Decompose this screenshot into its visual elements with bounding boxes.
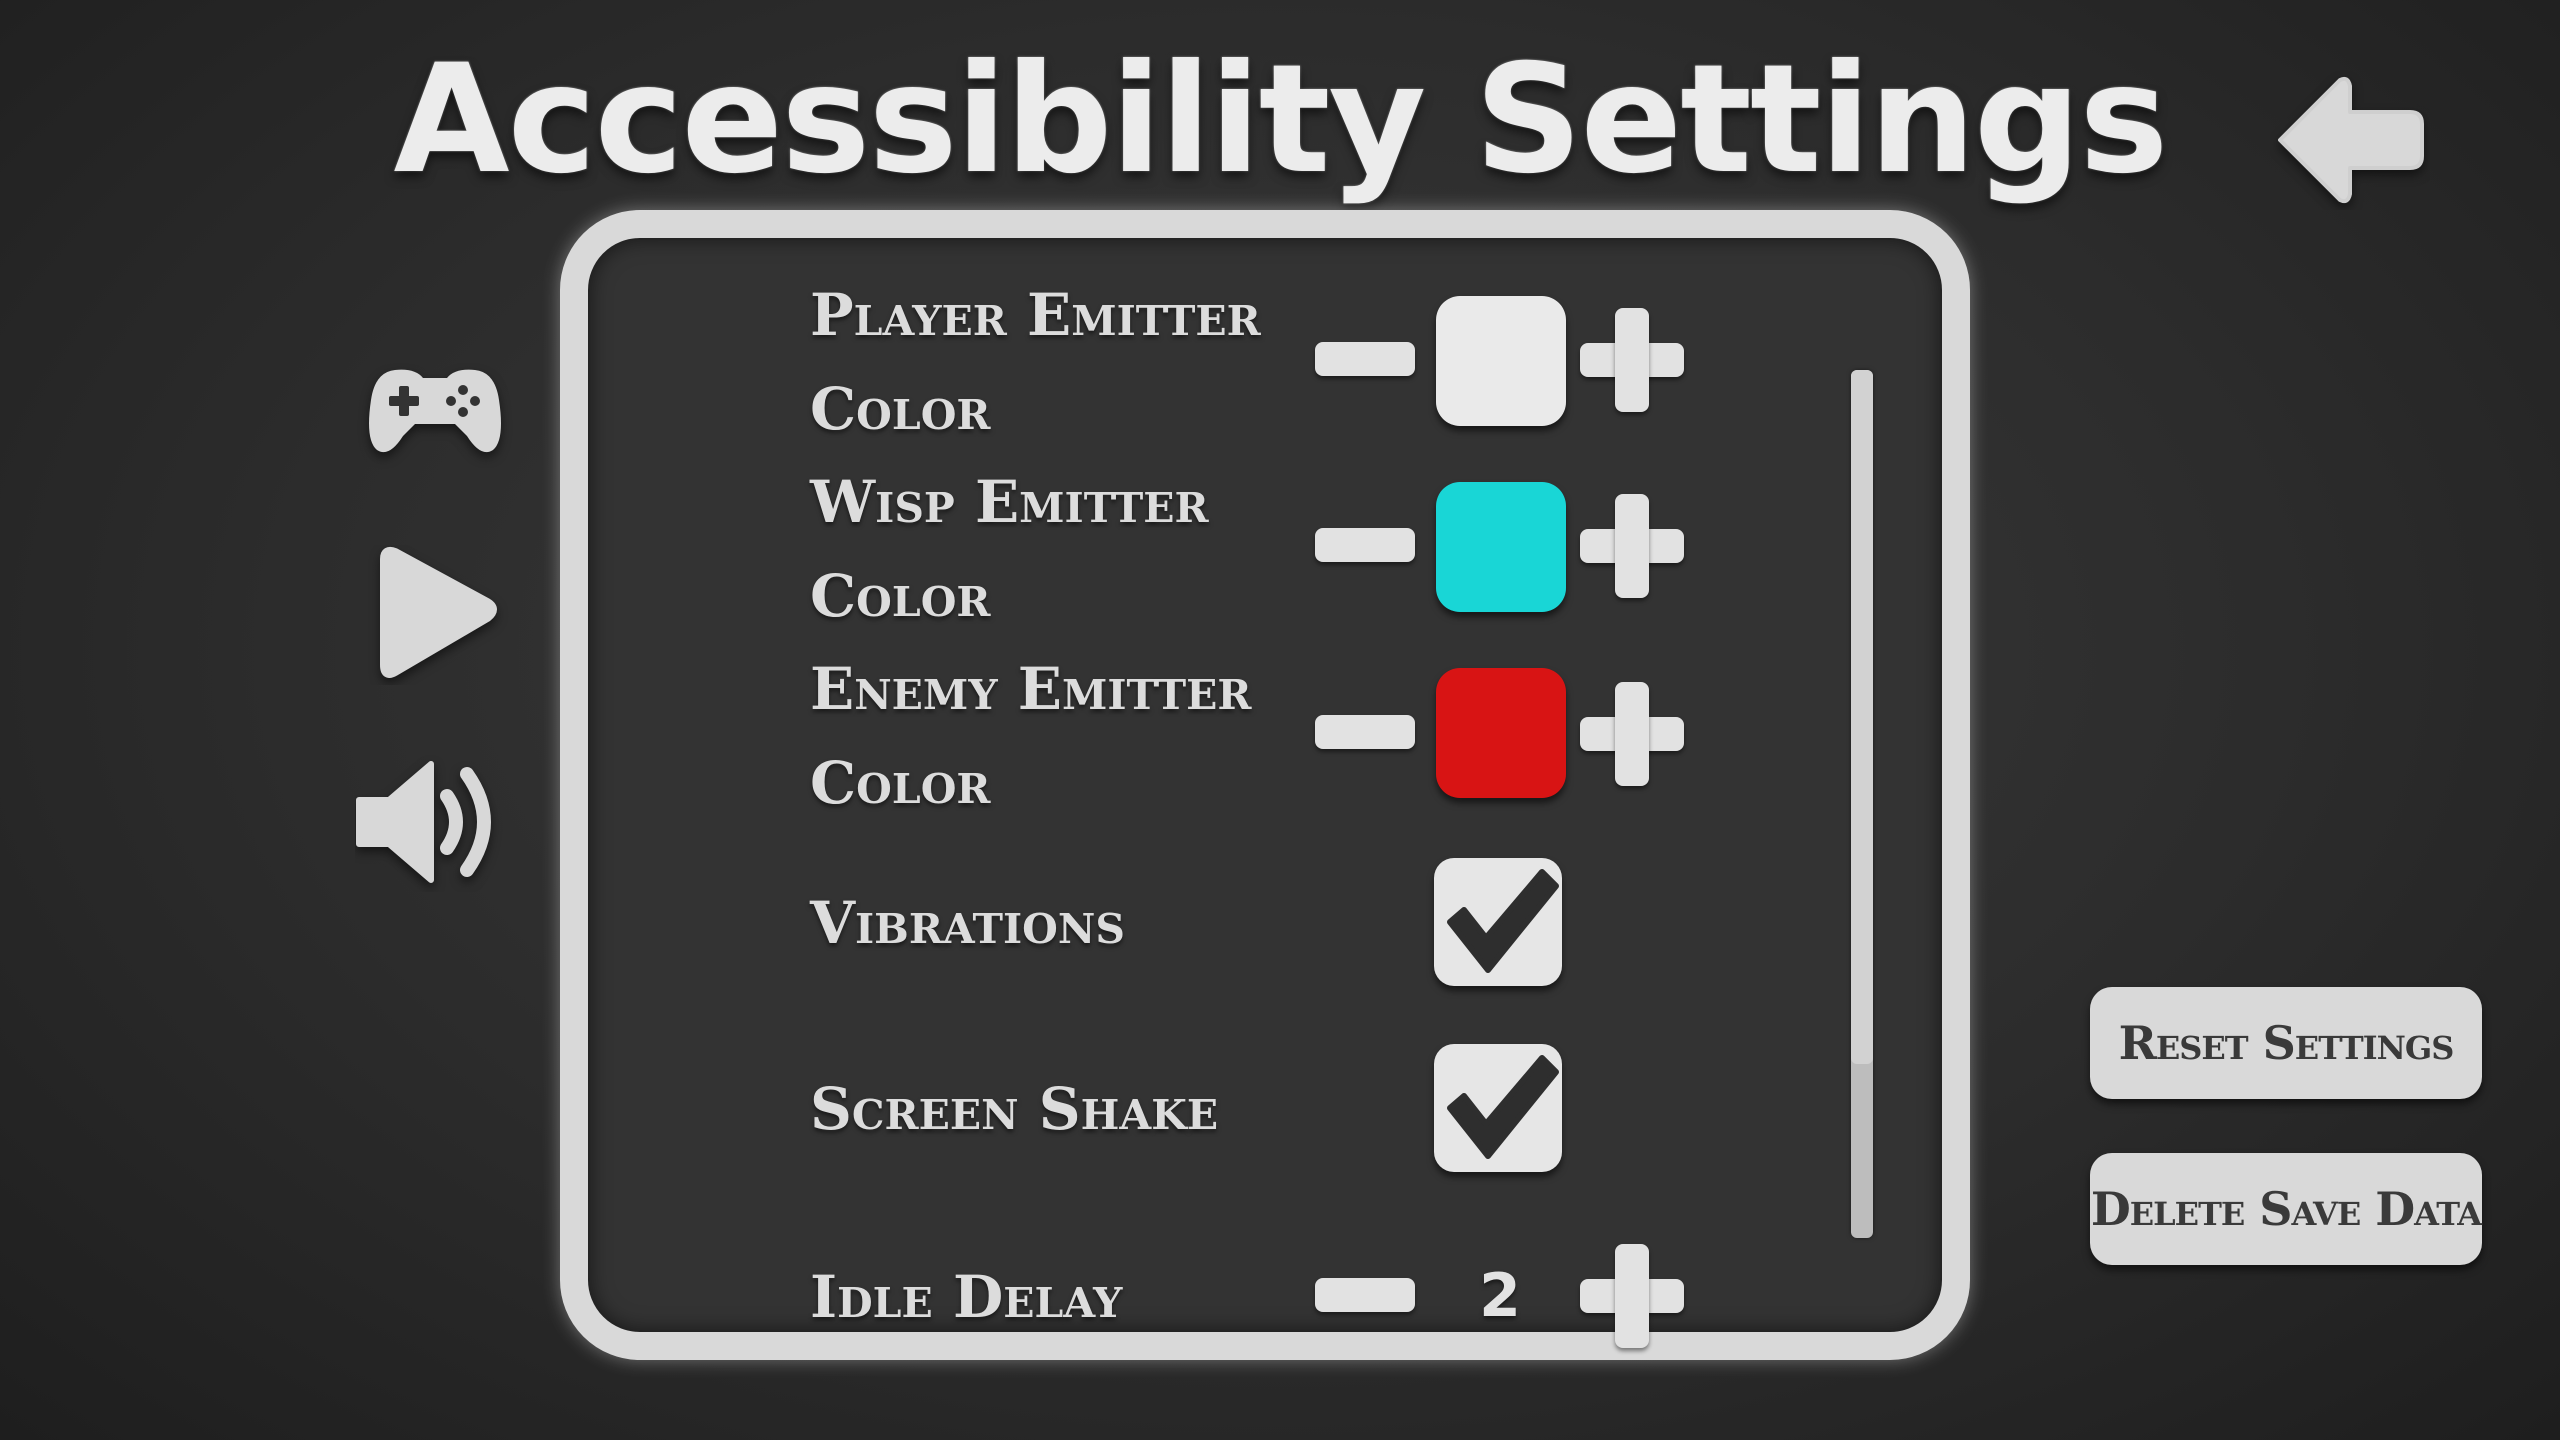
audio-tab[interactable] <box>355 752 515 892</box>
gamepad-icon <box>369 369 501 453</box>
vibrations-label: Vibrations <box>810 889 1125 957</box>
wisp-emitter-color-increase-button[interactable] <box>1580 494 1684 598</box>
settings-panel <box>560 210 1970 1360</box>
wisp-emitter-color-decrease-button[interactable] <box>1315 528 1415 562</box>
delete-save-data-button[interactable]: Delete Save Data <box>2090 1153 2482 1265</box>
player-emitter-color-decrease-button[interactable] <box>1315 342 1415 376</box>
player-emitter-color-increase-button[interactable] <box>1580 308 1684 412</box>
enemy-emitter-color-label-line1: Enemy Emitter <box>810 655 1252 723</box>
wisp-emitter-color-label-line2: Color <box>810 562 991 630</box>
idle-delay-increase-button[interactable] <box>1580 1244 1684 1348</box>
vibrations-checkbox[interactable] <box>1434 858 1562 986</box>
player-emitter-color-label-line2: Color <box>810 375 991 443</box>
screen-shake-label: Screen Shake <box>810 1075 1219 1143</box>
checkmark-icon <box>1447 869 1559 973</box>
checkmark-icon <box>1447 1055 1559 1159</box>
enemy-emitter-color-decrease-button[interactable] <box>1315 715 1415 749</box>
player-emitter-color-label-line1: Player Emitter <box>810 281 1261 349</box>
wisp-emitter-color-label-line1: Wisp Emitter <box>810 468 1209 536</box>
idle-delay-value: 2 <box>1479 1261 1521 1331</box>
page-title: Accessibility Settings <box>393 33 2169 207</box>
enemy-emitter-color-swatch <box>1436 668 1566 798</box>
back-arrow-icon <box>2278 76 2424 204</box>
play-icon <box>380 546 497 678</box>
gameplay-tab[interactable] <box>355 545 515 685</box>
enemy-emitter-color-increase-button[interactable] <box>1580 682 1684 786</box>
speaker-icon <box>356 761 491 883</box>
idle-delay-decrease-button[interactable] <box>1315 1278 1415 1312</box>
controls-tab[interactable] <box>355 340 515 480</box>
player-emitter-color-swatch <box>1436 296 1566 426</box>
wisp-emitter-color-swatch <box>1436 482 1566 612</box>
back-button[interactable] <box>2270 70 2430 210</box>
reset-settings-button[interactable]: Reset Settings <box>2090 987 2482 1099</box>
scrollbar-thumb[interactable] <box>1851 370 1873 1065</box>
enemy-emitter-color-label-line2: Color <box>810 749 991 817</box>
scrollbar[interactable] <box>1851 370 1873 1238</box>
idle-delay-label: Idle Delay <box>810 1263 1123 1331</box>
screen-shake-checkbox[interactable] <box>1434 1044 1562 1172</box>
